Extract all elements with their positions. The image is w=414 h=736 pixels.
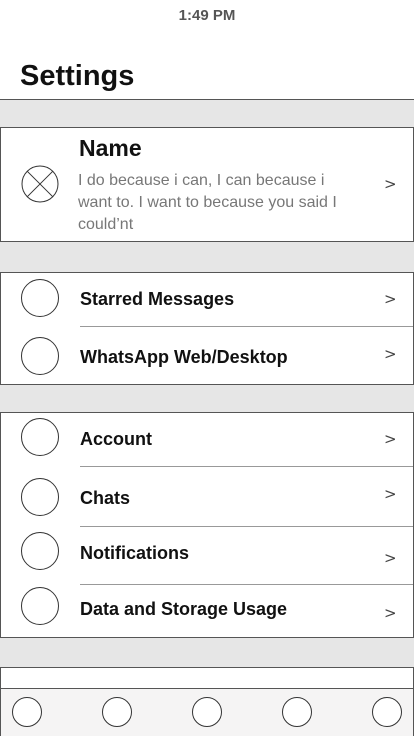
tab-4-icon[interactable] [282, 697, 312, 727]
profile-avatar[interactable] [21, 165, 59, 203]
starred-messages-icon [21, 279, 59, 317]
chevron-right-icon: > [384, 485, 397, 503]
account-icon [21, 418, 59, 456]
chats-row[interactable] [0, 467, 414, 526]
data-storage-label: Data and Storage Usage [80, 599, 288, 619]
settings-group-3 [0, 667, 414, 689]
profile-status: I do because i can, I can because i want… [78, 172, 337, 233]
chevron-right-icon: > [384, 290, 397, 308]
chevron-right-icon: > [384, 549, 397, 567]
notifications-icon [21, 532, 59, 570]
starred-messages-label: Starred Messages [80, 289, 235, 309]
whatsapp-web-icon [21, 337, 59, 375]
chevron-right-icon: > [384, 345, 397, 363]
account-row[interactable] [0, 413, 414, 466]
chats-icon [21, 478, 59, 516]
status-bar-time: 1:49 PM [178, 7, 236, 24]
account-label: Account [80, 429, 152, 449]
x-circle-icon [21, 165, 59, 203]
tab-5-icon[interactable] [372, 697, 402, 727]
data-storage-icon [21, 587, 59, 625]
tab-3-icon[interactable] [192, 697, 222, 727]
profile-name: Name [79, 135, 142, 161]
tab-2-icon[interactable] [102, 697, 132, 727]
notifications-label: Notifications [80, 543, 190, 563]
page-title: Settings [20, 60, 135, 92]
chats-label: Chats [80, 488, 131, 508]
chevron-right-icon: > [384, 604, 397, 622]
chevron-right-icon: > [384, 430, 397, 448]
chevron-right-icon: > [384, 175, 397, 193]
whatsapp-web-label: WhatsApp Web/Desktop [80, 347, 288, 367]
tab-1-icon[interactable] [12, 697, 42, 727]
notifications-row[interactable] [0, 527, 414, 584]
